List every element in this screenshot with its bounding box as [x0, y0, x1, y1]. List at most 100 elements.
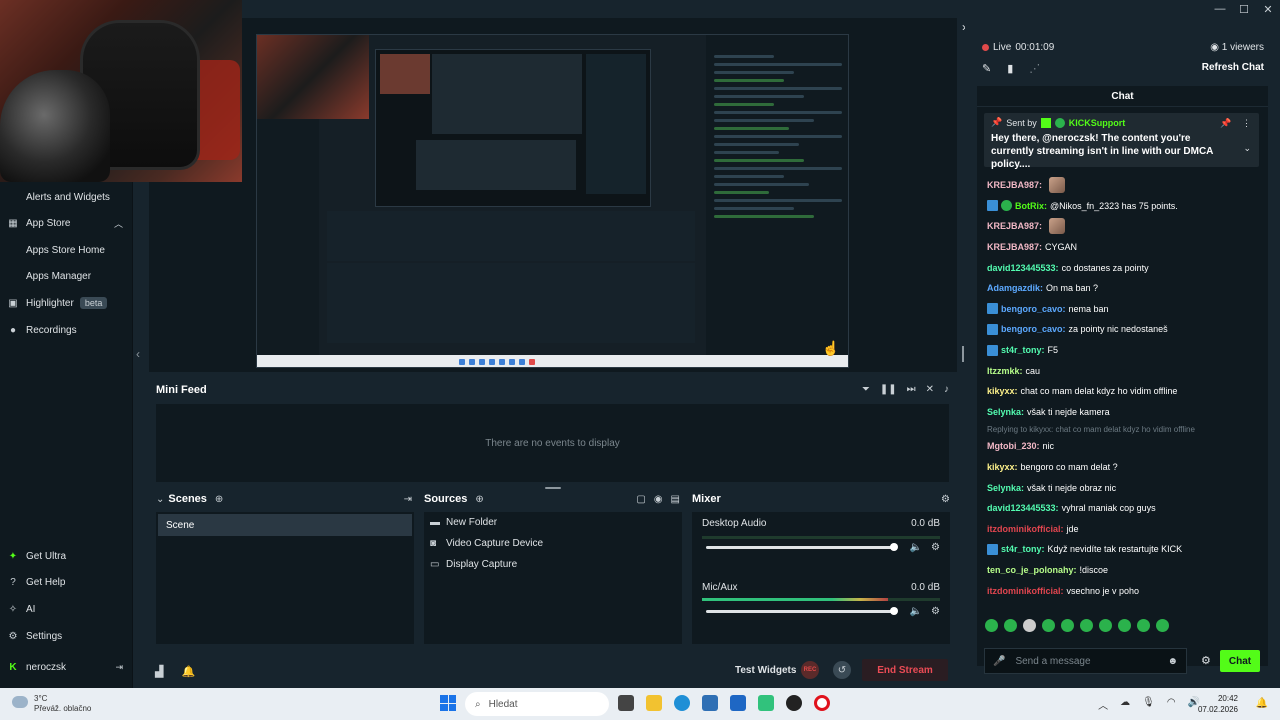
emote-icon[interactable]	[1080, 619, 1093, 632]
speaker-icon[interactable]: 🔈	[910, 606, 922, 617]
sidebar-item-ai[interactable]: ✧ AI	[0, 596, 133, 622]
chat-username[interactable]: KREJBA987:	[987, 221, 1042, 231]
chat-message[interactable]: st4r_tony: F5	[987, 340, 1259, 361]
performance-icon[interactable]: ▟	[155, 665, 163, 678]
chat-username[interactable]: david123445533:	[987, 263, 1059, 273]
chat-message[interactable]: KREJBA987:	[987, 216, 1259, 237]
sidebar-item-recordings[interactable]: ● Recordings	[0, 317, 133, 343]
chat-message[interactable]: itzdominikofficial: jde	[987, 519, 1259, 540]
notification-bell-icon[interactable]: 🔔	[1256, 698, 1268, 709]
more-options-icon[interactable]: ⋮	[1242, 118, 1251, 128]
chat-message[interactable]: bengoro_cavo: za pointy nic nedostaneš	[987, 319, 1259, 340]
volume-knob[interactable]	[890, 607, 898, 615]
chat-username[interactable]: bengoro_cavo:	[1001, 324, 1066, 334]
minimize-icon[interactable]: —	[1208, 0, 1232, 18]
chat-settings-icon[interactable]: ⚙	[1201, 654, 1211, 667]
edge-icon[interactable]	[674, 695, 690, 711]
chat-message[interactable]: KREJBA987: CYGAN	[987, 237, 1259, 258]
chevron-up-icon[interactable]: ︿	[1098, 697, 1108, 712]
test-widgets-button[interactable]: Test Widgets	[735, 665, 796, 676]
chat-message[interactable]: david123445533: vyhral maniak cop guys	[987, 498, 1259, 519]
sidebar-item-settings[interactable]: ⚙ Settings	[0, 623, 133, 649]
chat-username[interactable]: st4r_tony:	[1001, 544, 1045, 554]
store-icon[interactable]	[702, 695, 718, 711]
skip-icon[interactable]: ⏭	[907, 384, 916, 395]
emote-icon[interactable]	[1156, 619, 1169, 632]
chat-username[interactable]: itzdominikofficial:	[987, 524, 1064, 534]
emoji-icon[interactable]: ☻	[1167, 656, 1178, 667]
volume-slider[interactable]	[706, 610, 896, 613]
network-icon[interactable]: ☁	[1120, 697, 1130, 712]
filter-icon[interactable]: ⏷	[862, 384, 870, 395]
emote-icon[interactable]	[1099, 619, 1112, 632]
file-explorer-icon[interactable]	[646, 695, 662, 711]
chat-username[interactable]: bengoro_cavo:	[1001, 304, 1066, 314]
obs-icon[interactable]	[786, 695, 802, 711]
sidebar-item-get-ultra[interactable]: ✦ Get Ultra	[0, 543, 133, 569]
chat-message[interactable]: st4r_tony: Když nevidíte tak restartujte …	[987, 539, 1259, 560]
sidebar-item-account[interactable]: K neroczsk ⇥	[0, 654, 133, 680]
emote-icon[interactable]	[1061, 619, 1074, 632]
chat-message[interactable]: Mgtobi_230: nic	[987, 436, 1259, 457]
chat-message[interactable]: david123445533: co dostanes za pointy	[987, 257, 1259, 278]
wifi-icon[interactable]: ◠	[1167, 697, 1176, 712]
chevron-up-icon[interactable]: ︿	[114, 217, 123, 230]
clock[interactable]: 20:42 07.02.2026	[1198, 693, 1238, 715]
weather-widget[interactable]: 3°C Převáž. oblačno	[12, 694, 91, 714]
chat-username[interactable]: david123445533:	[987, 503, 1059, 513]
sidebar-item-apps-manager[interactable]: Apps Manager	[0, 263, 133, 289]
replay-buffer-icon[interactable]: ↺	[833, 661, 851, 679]
maximize-icon[interactable]: ☐	[1232, 0, 1256, 18]
gear-icon[interactable]: ⚙	[931, 606, 940, 617]
sidebar-item-highlighter[interactable]: ▣ Highlighter beta	[0, 290, 133, 316]
emote-icon[interactable]	[1004, 619, 1017, 632]
emote-icon[interactable]	[1137, 619, 1150, 632]
chat-username[interactable]: KREJBA987:	[987, 180, 1042, 190]
chevron-left-icon[interactable]: ‹	[136, 347, 140, 361]
scene-item[interactable]: Scene	[158, 514, 412, 536]
add-scene-icon[interactable]: ⊕	[215, 494, 223, 505]
chat-message[interactable]: kikyxx: chat co mam delat kdyz ho vidim o…	[987, 381, 1259, 402]
emote-icon[interactable]	[1118, 619, 1131, 632]
logout-icon[interactable]: ⇥	[115, 662, 123, 673]
chat-message[interactable]: bengoro_cavo: nema ban	[987, 299, 1259, 320]
send-chat-button[interactable]: Chat	[1220, 650, 1260, 672]
emote-icon[interactable]	[1023, 619, 1036, 632]
chat-message-input[interactable]: 🎤 Send a message ☻	[984, 648, 1187, 674]
chat-username[interactable]: KREJBA987:	[987, 242, 1042, 252]
pause-icon[interactable]: ❚❚	[880, 384, 897, 395]
task-view-icon[interactable]	[618, 695, 634, 711]
chat-username[interactable]: Mgtobi_230:	[987, 441, 1040, 451]
source-item[interactable]: ◙ Video Capture Device	[424, 533, 682, 554]
pinned-message[interactable]: 📌 Sent by KICKSupport Hey there, @nerocz…	[984, 113, 1259, 170]
chat-username[interactable]: Selynka:	[987, 407, 1024, 417]
add-group-icon[interactable]: ▢	[636, 494, 645, 505]
streamlabs-icon[interactable]	[758, 695, 774, 711]
chat-username[interactable]: Adamgazdik:	[987, 283, 1043, 293]
unpin-icon[interactable]: 📌	[1220, 118, 1231, 128]
chat-username[interactable]: ten_co_je_polonahy:	[987, 565, 1077, 575]
chat-message[interactable]: Adamgazdik: On ma ban ?	[987, 278, 1259, 299]
source-item[interactable]: ▭ Display Capture	[424, 554, 682, 575]
sidebar-item-alerts-widgets[interactable]: Alerts and Widgets	[0, 184, 133, 210]
chevron-down-icon[interactable]: ⌄	[1243, 143, 1251, 154]
speaker-icon[interactable]: 🔈	[910, 542, 922, 553]
taskbar-search[interactable]: ⌕ Hledat	[465, 692, 609, 716]
chat-message[interactable]: itzdominikofficial: vsechno je v poho	[987, 580, 1259, 601]
sidebar-item-app-store[interactable]: ▦ App Store ︿	[0, 210, 133, 236]
chat-message[interactable]: ten_co_je_polonahy: !discoe	[987, 560, 1259, 581]
chat-username[interactable]: BotRix:	[1015, 201, 1047, 211]
chat-message[interactable]: kikyxx: bengoro co mam delat ?	[987, 457, 1259, 478]
edit-icon[interactable]: ✎	[982, 62, 991, 75]
gear-icon[interactable]: ⚙	[931, 542, 940, 553]
notification-icon[interactable]: 🔔	[181, 665, 195, 678]
scene-transition-icon[interactable]: ⇥	[404, 494, 412, 505]
chat-message[interactable]: BotRix: @Nikos_fn_2323 has 75 points.	[987, 196, 1259, 217]
refresh-chat-button[interactable]: Refresh Chat	[1202, 62, 1264, 73]
end-stream-button[interactable]: End Stream	[862, 659, 948, 681]
volume-slider[interactable]	[706, 546, 896, 549]
mic-tray-icon[interactable]: 🎙	[1142, 697, 1155, 712]
folder-icon[interactable]: ▤	[671, 494, 680, 505]
sidebar-item-apps-store-home[interactable]: Apps Store Home	[0, 237, 133, 263]
chat-username[interactable]: kikyxx:	[987, 462, 1018, 472]
